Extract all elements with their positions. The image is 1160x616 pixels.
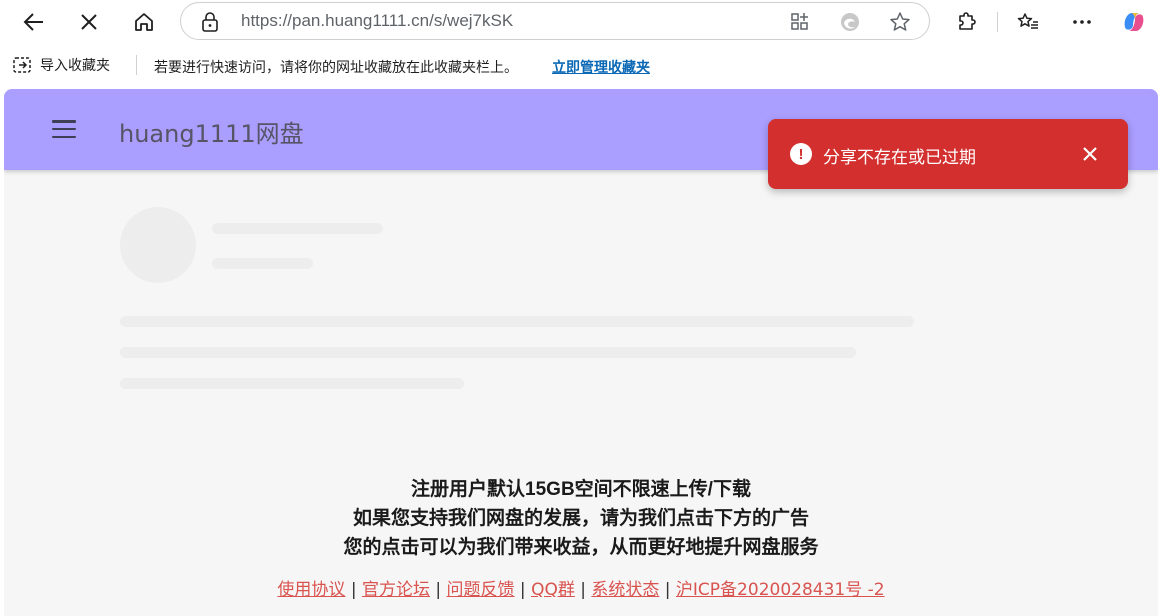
import-favorites-label: 导入收藏夹 — [40, 58, 110, 74]
skeleton-line — [212, 223, 383, 234]
home-button[interactable] — [126, 4, 162, 40]
notice-line-2: 如果您支持我们网盘的发展，请为我们点击下方的广告 — [352, 508, 809, 529]
footer-links: 使用协议 | 官方论坛 | 问题反馈 | QQ群 | 系统状态 | 沪ICP备2… — [4, 575, 1158, 600]
skeleton-line — [120, 378, 464, 389]
error-icon: ! — [790, 143, 812, 165]
footer-separator: | — [519, 580, 526, 600]
url-text[interactable]: https://pan.huang1111.cn/s/wej7kSK — [241, 11, 513, 31]
notice-line-3: 您的点击可以为我们带来收益，从而更好地提升网盘服务 — [343, 537, 819, 558]
copilot-icon — [1124, 13, 1144, 31]
import-icon — [13, 57, 31, 73]
address-bar[interactable]: https://pan.huang1111.cn/s/wej7kSK — [180, 2, 930, 40]
back-button[interactable] — [16, 4, 52, 40]
system-status-link[interactable]: 系统状态 — [591, 580, 659, 600]
extensions-button[interactable] — [949, 4, 985, 40]
home-icon — [135, 13, 153, 31]
more-button[interactable] — [1064, 4, 1100, 40]
favorites-list-icon — [1017, 13, 1038, 29]
favorites-button[interactable] — [1010, 4, 1046, 40]
icp-license-link[interactable]: 沪ICP备2020028431号 -2 — [676, 580, 885, 600]
footer-separator: | — [435, 580, 442, 600]
puzzle-icon — [959, 12, 976, 30]
more-dots-icon — [1073, 20, 1091, 24]
lock-icon[interactable] — [201, 12, 219, 36]
close-icon — [1083, 147, 1097, 161]
browser-toolbar: https://pan.huang1111.cn/s/wej7kSK — [0, 0, 1160, 44]
bookmarks-bar: 导入收藏夹 若要进行快速访问，请将你的网址收藏放在此收藏夹栏上。 立即管理收藏夹 — [0, 44, 1160, 88]
terms-link[interactable]: 使用协议 — [277, 580, 345, 600]
copilot-button[interactable] — [1116, 4, 1152, 40]
bookmarks-hint: 若要进行快速访问，请将你的网址收藏放在此收藏夹栏上。 — [154, 60, 518, 76]
notice-line-1: 注册用户默认15GB空间不限速上传/下载 — [411, 479, 751, 500]
import-favorites-button[interactable]: 导入收藏夹 — [12, 55, 110, 75]
close-icon — [81, 14, 97, 30]
stop-button[interactable] — [71, 4, 107, 40]
toast-close-button[interactable] — [1078, 142, 1102, 166]
apps-icon[interactable] — [789, 11, 811, 33]
toast-message: 分享不存在或已过期 — [823, 148, 976, 168]
skeleton-line — [120, 347, 856, 358]
footer-separator: | — [350, 580, 357, 600]
footer-separator: | — [664, 580, 671, 600]
skeleton-line — [212, 258, 313, 269]
bookmarks-divider — [136, 55, 137, 75]
back-arrow-icon — [23, 13, 43, 31]
skeleton-line — [120, 316, 914, 327]
feedback-link[interactable]: 问题反馈 — [447, 580, 515, 600]
qq-group-link[interactable]: QQ群 — [531, 580, 575, 600]
edge-icon[interactable] — [839, 11, 861, 33]
manage-favorites-link[interactable]: 立即管理收藏夹 — [552, 57, 650, 77]
toolbar-divider — [997, 12, 998, 32]
error-toast: ! 分享不存在或已过期 — [768, 119, 1128, 189]
menu-icon[interactable] — [50, 117, 78, 141]
app-title[interactable]: huang1111网盘 — [119, 114, 304, 149]
footer-separator: | — [580, 580, 586, 600]
skeleton-avatar — [120, 207, 196, 283]
forum-link[interactable]: 官方论坛 — [362, 580, 430, 600]
favorite-star-icon[interactable] — [889, 11, 911, 33]
